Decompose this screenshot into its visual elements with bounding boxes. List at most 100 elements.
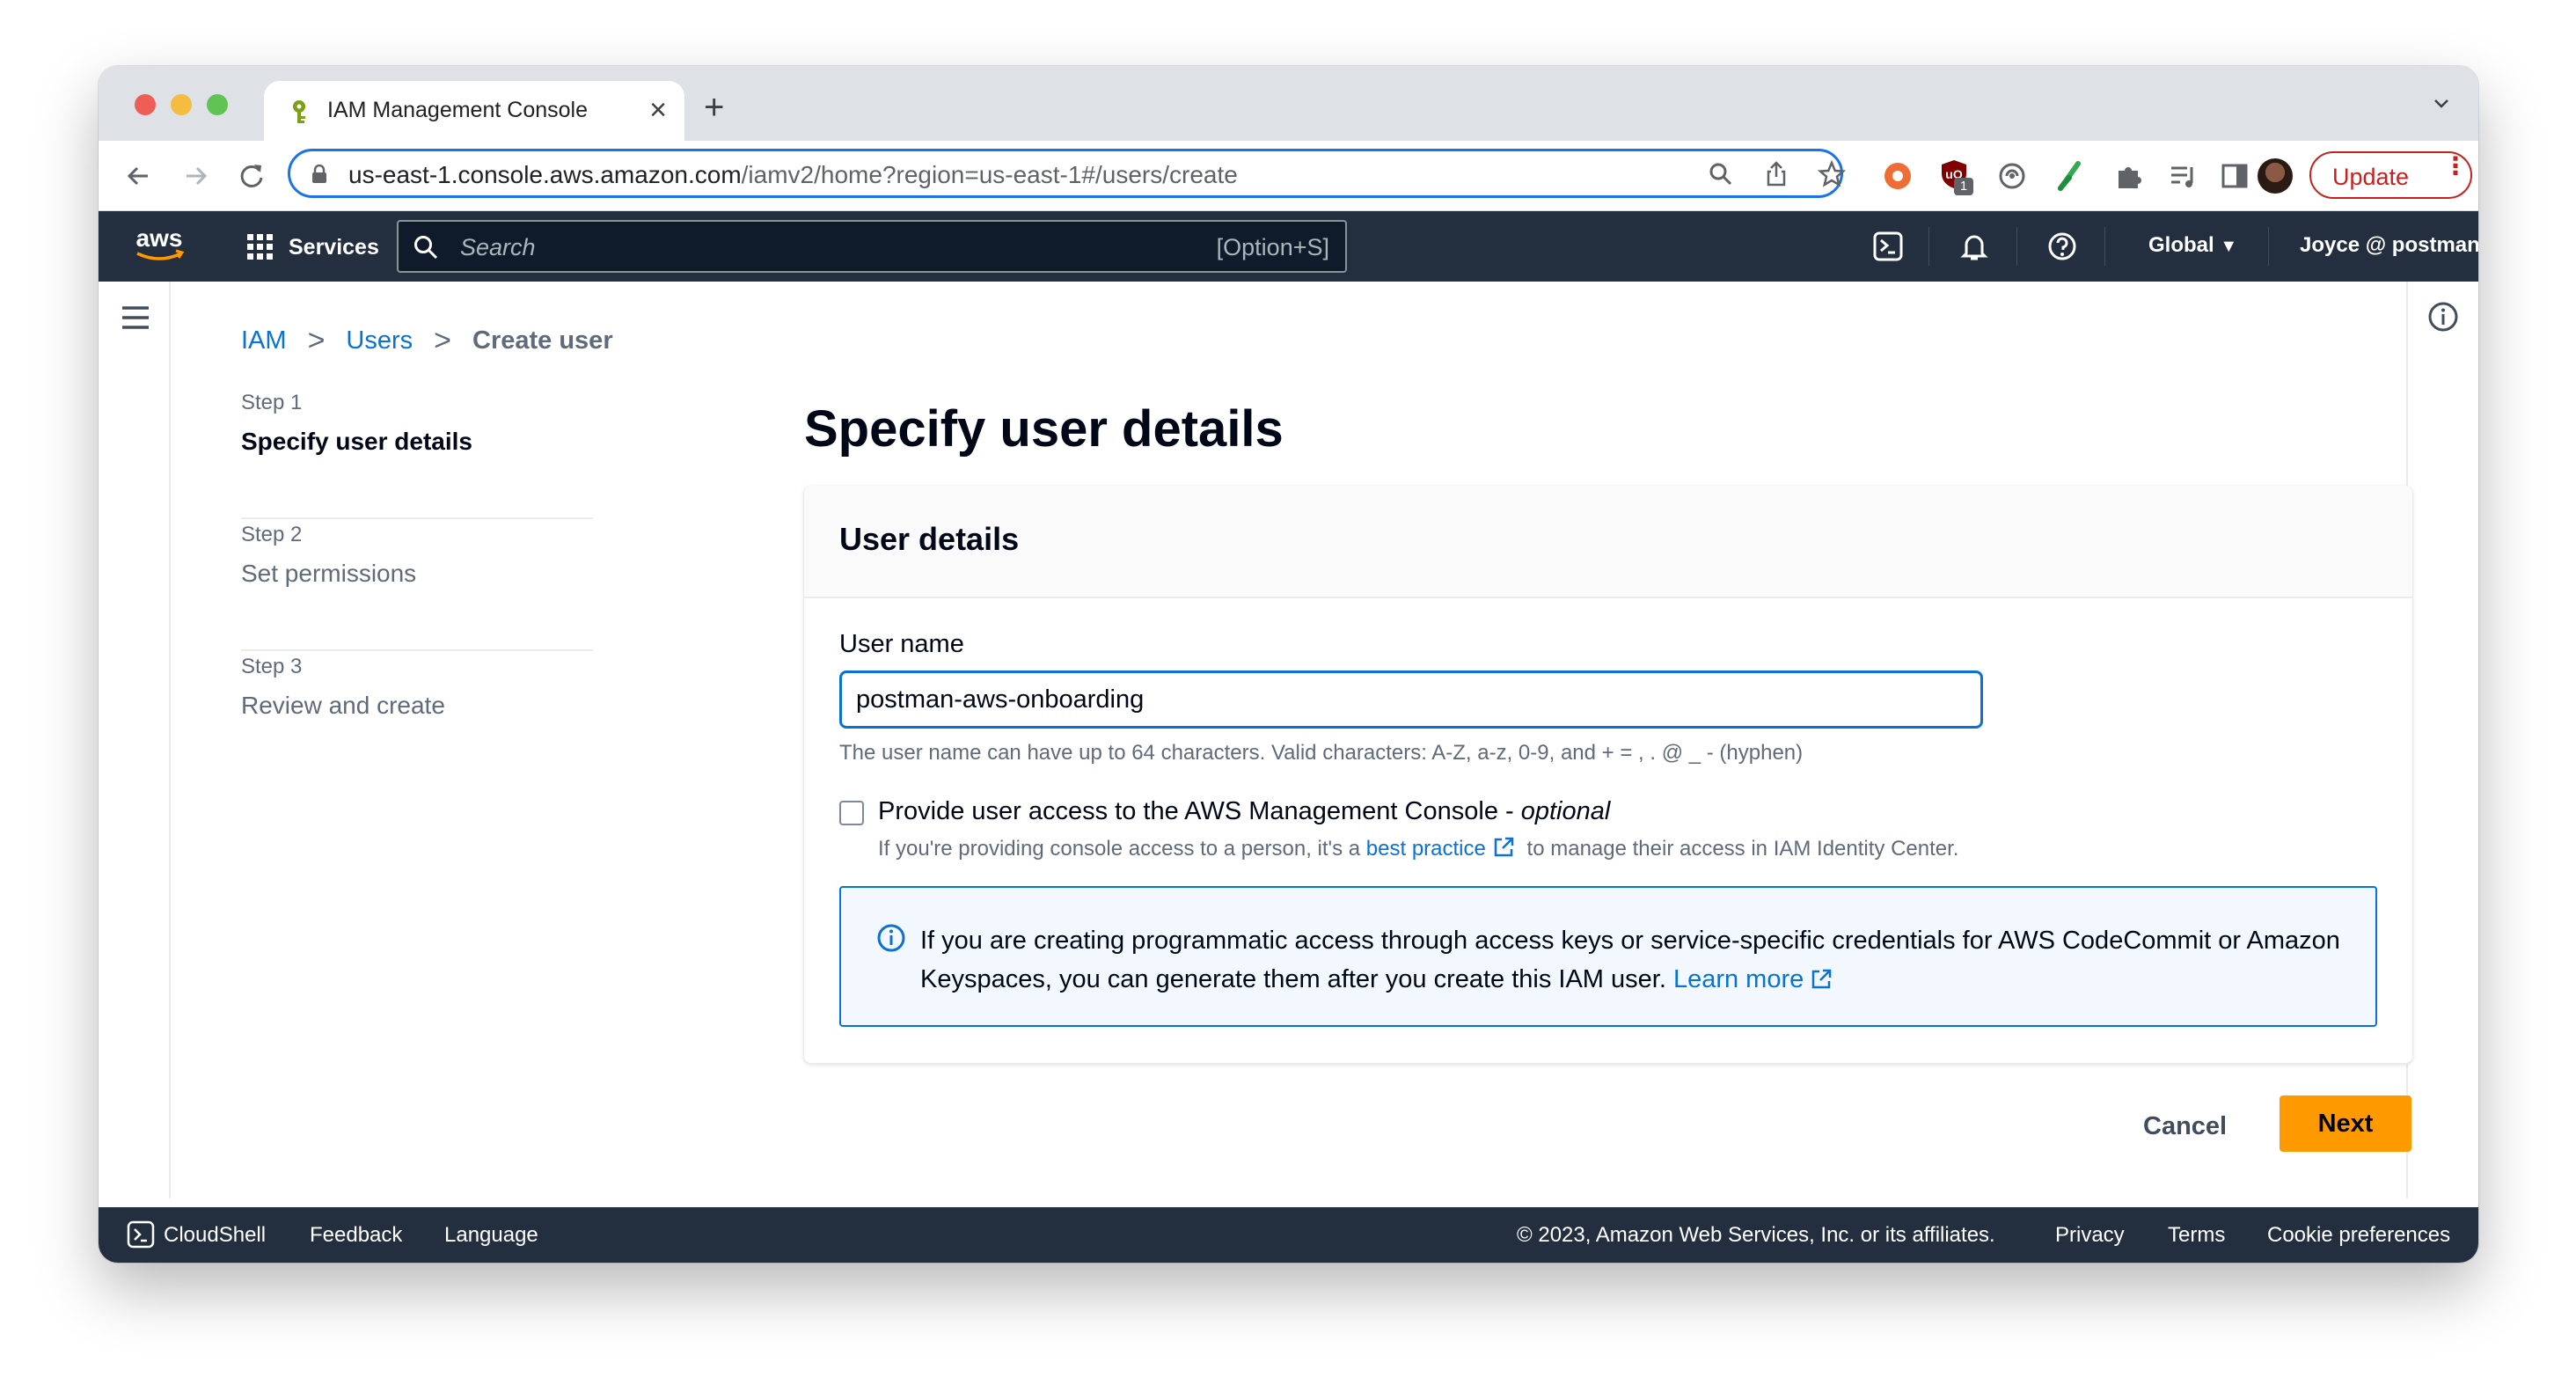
key-favicon-icon (293, 100, 305, 123)
tab-iam-console[interactable]: IAM Management Console × (264, 81, 684, 141)
nav-divider (2104, 227, 2105, 266)
breadcrumb-iam[interactable]: IAM (241, 326, 287, 355)
url-host: us-east-1.console.aws.amazon.com (348, 161, 742, 188)
next-button[interactable]: Next (2280, 1095, 2411, 1152)
account-menu[interactable]: Joyce @ postman-labs ▼ (2300, 233, 2478, 258)
console-access-label[interactable]: Provide user access to the AWS Managemen… (878, 797, 1610, 826)
console-content: IAM > Users > Create user Step 1 Specify use… (99, 282, 2478, 1198)
tab-search-chevron-icon[interactable] (2431, 92, 2452, 120)
url-text: us-east-1.console.aws.amazon.com/iamv2/h… (348, 161, 1238, 189)
chevron-right-icon: > (307, 324, 326, 357)
main-panel: IAM > Users > Create user Step 1 Specify use… (171, 282, 2412, 1198)
minimize-window-button[interactable] (171, 94, 192, 115)
search-shortcut: [Option+S] (1216, 234, 1329, 260)
console-search-input[interactable]: Search [Option+S] (397, 220, 1347, 273)
maximize-window-button[interactable] (207, 94, 228, 115)
back-arrow-icon[interactable] (120, 157, 158, 195)
cancel-button[interactable]: Cancel (2143, 1112, 2227, 1141)
aws-logo[interactable]: aws (130, 223, 188, 267)
update-button[interactable]: Update ⋮ (2309, 151, 2472, 199)
close-tab-icon[interactable]: × (649, 92, 667, 128)
page-title: Specify user details (804, 400, 1284, 458)
external-link-icon (1494, 837, 1514, 857)
footer-copyright: © 2023, Amazon Web Services, Inc. or its… (1517, 1223, 1995, 1247)
learn-more-text: Learn more (1672, 965, 1804, 993)
breadcrumb-users[interactable]: Users (346, 326, 413, 355)
step-number: Step 1 (241, 391, 303, 414)
address-bar[interactable]: us-east-1.console.aws.amazon.com/iamv2/h… (288, 149, 1846, 198)
info-icon (877, 924, 905, 952)
hamburger-menu-icon[interactable] (121, 305, 150, 330)
step-number: Step 2 (241, 523, 303, 546)
extension-badge: 1 (1954, 178, 1973, 195)
console-access-label-text: Provide user access to the AWS Managemen… (878, 797, 1521, 825)
kebab-menu-icon[interactable]: ⋮ (2443, 154, 2468, 179)
user-details-panel: User details User name The user name can… (804, 486, 2412, 1063)
notifications-bell-icon[interactable] (1958, 231, 1990, 262)
lock-icon (312, 165, 326, 183)
tools-rail (2406, 282, 2478, 1198)
profile-avatar[interactable] (2258, 158, 2293, 194)
console-access-checkbox[interactable] (839, 801, 864, 825)
step-name: Specify user details (241, 428, 473, 455)
wizard-step-1: Step 1 Specify user details (241, 387, 593, 519)
optional-text: optional (1520, 797, 1611, 825)
update-label: Update (2332, 164, 2410, 190)
step-name: Review and create (241, 692, 445, 719)
nav-divider (2268, 227, 2269, 266)
tab-bar: IAM Management Console × + (99, 66, 2478, 141)
info-panel-icon[interactable] (2427, 301, 2459, 333)
footer-cloudshell-link[interactable]: CloudShell (164, 1223, 266, 1248)
region-label: Global (2148, 233, 2214, 257)
search-icon (414, 236, 438, 260)
new-tab-icon[interactable]: + (704, 88, 724, 127)
url-path: /iamv2/home?region=us-east-1#/users/crea… (741, 161, 1238, 188)
pen-extension-icon[interactable] (2053, 160, 2085, 192)
alert-message: If you are creating programmatic access … (920, 927, 2340, 993)
postman-extension-icon[interactable] (1882, 160, 1914, 192)
help-question-icon[interactable] (2046, 231, 2078, 262)
grid-icon (247, 234, 273, 260)
breadcrumb-current: Create user (472, 326, 613, 355)
footer-language-link[interactable]: Language (444, 1223, 538, 1248)
username-label: User name (839, 630, 964, 658)
region-selector[interactable]: Global ▼ (2148, 233, 2237, 258)
console-desc-pre: If you're providing console access to a … (878, 837, 1366, 861)
zoom-search-icon[interactable] (1707, 160, 1735, 188)
footer-feedback-link[interactable]: Feedback (310, 1223, 402, 1248)
step-name: Set permissions (241, 560, 417, 587)
username-help-text: The user name can have up to 64 characte… (839, 741, 1804, 765)
bookmark-star-icon[interactable] (1818, 160, 1846, 188)
best-practice-link-text: best practice (1365, 837, 1486, 861)
chevron-right-icon: > (434, 324, 452, 357)
extensions-puzzle-icon[interactable] (2113, 160, 2145, 192)
footer-terms-link[interactable]: Terms (2168, 1223, 2225, 1248)
footer-privacy-link[interactable]: Privacy (2055, 1223, 2125, 1248)
wizard-steps: Step 1 Specify user details Step 2 Set p… (241, 387, 593, 783)
username-input[interactable] (839, 670, 1983, 729)
reload-icon[interactable] (232, 157, 271, 195)
footer-cookie-preferences-link[interactable]: Cookie preferences (2267, 1223, 2450, 1248)
ublock-extension[interactable]: uO 1 (1938, 158, 1973, 197)
panel-title: User details (839, 521, 1020, 557)
side-panel-icon[interactable] (2219, 160, 2250, 192)
info-alert: If you are creating programmatic access … (839, 886, 2377, 1027)
cloudshell-icon[interactable] (127, 1220, 155, 1249)
aws-logo-text: aws (136, 224, 183, 252)
services-label: Services (289, 235, 379, 260)
search-placeholder: Search (460, 234, 536, 260)
sync-extension-icon[interactable] (1996, 160, 2028, 192)
cloudshell-icon[interactable] (1872, 231, 1904, 262)
account-label: Joyce @ postman-labs (2300, 233, 2478, 257)
share-icon[interactable] (1762, 160, 1790, 188)
forward-arrow-icon[interactable] (176, 157, 215, 195)
step-number: Step 3 (241, 655, 303, 678)
close-window-button[interactable] (135, 94, 156, 115)
media-controls-icon[interactable] (2168, 160, 2199, 192)
browser-toolbar: us-east-1.console.aws.amazon.com/iamv2/h… (99, 141, 2478, 211)
console-footer: CloudShell Feedback Language © 2023, Ama… (99, 1207, 2478, 1263)
external-link-icon (1812, 969, 1832, 989)
alert-text: If you are creating programmatic access … (920, 921, 2345, 999)
learn-more-link[interactable]: Learn more (1673, 965, 1839, 993)
best-practice-link[interactable]: best practice (1366, 837, 1521, 861)
